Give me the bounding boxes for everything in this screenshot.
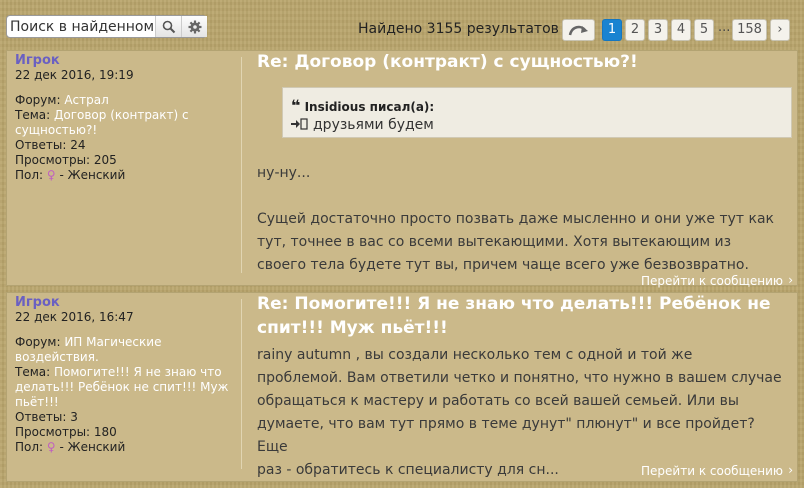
search-icon	[162, 20, 175, 33]
reply-arrow-icon	[291, 118, 308, 130]
post-views: Просмотры: 205	[15, 153, 117, 167]
page-4-button[interactable]: 4	[671, 19, 691, 41]
search-result-post: Игрок 22 дек 2016, 16:47 Форум: ИП Магич…	[6, 292, 798, 482]
post-date: 22 дек 2016, 16:47	[15, 310, 134, 324]
quote-icon: ❝	[291, 96, 301, 115]
forum-link[interactable]: ИП Магические	[64, 335, 161, 349]
page-5-button[interactable]: 5	[694, 19, 714, 41]
page-1-button[interactable]: 1	[602, 19, 622, 41]
topic-link[interactable]: Помогите!!! Я не знаю что	[54, 365, 222, 379]
post-divider	[241, 299, 242, 469]
search-input[interactable]	[7, 16, 153, 37]
topic-link-cont[interactable]: пьёт!!!	[15, 395, 59, 409]
post-topic: Тема: Договор (контракт) с сущностью?!	[15, 108, 189, 137]
quote-text: друзьями будем	[313, 117, 434, 133]
quote-author: ❝ Insidious писал(а):	[291, 96, 435, 115]
post-title-link[interactable]: Re: Договор (контракт) с сущностью?!	[257, 50, 638, 74]
next-page-button[interactable]: ›	[770, 19, 790, 41]
search-button[interactable]	[155, 16, 181, 37]
page-2-button[interactable]: 2	[625, 19, 645, 41]
post-author-link[interactable]: Игрок	[15, 295, 60, 310]
post-author-link[interactable]: Игрок	[15, 53, 60, 68]
post-body: ну-ну... Сущей достаточно просто позвать…	[257, 165, 775, 273]
search-result-post: Игрок 22 дек 2016, 19:19 Форум: Астрал Т…	[6, 50, 798, 288]
goto-post-link[interactable]: Перейти к сообщению	[641, 274, 783, 288]
search-box	[6, 15, 207, 38]
topic-link[interactable]: Договор (контракт) с	[54, 108, 189, 122]
post-gender: Пол: ♀ - Женский	[15, 440, 126, 454]
goto-arrow-icon: ›	[788, 273, 793, 287]
post-replies: Ответы: 3	[15, 410, 78, 424]
pagination-ellipsis: ...	[718, 20, 731, 35]
advanced-search-button[interactable]	[181, 16, 207, 37]
female-icon: ♀	[46, 168, 56, 182]
quote-block: ❝ Insidious писал(а): друзьями будем	[282, 87, 792, 138]
gear-icon	[188, 20, 201, 33]
post-views: Просмотры: 180	[15, 425, 117, 439]
results-toolbar: Найдено 3155 результатов 1 2 3 4 5 ... 1…	[0, 0, 804, 48]
topic-link-cont[interactable]: делать!!! Ребёнок не спит!!! Муж	[15, 380, 228, 394]
post-replies: Ответы: 24	[15, 138, 86, 152]
jump-to-page-button[interactable]	[562, 19, 595, 41]
post-title-link[interactable]: Re: Помогите!!! Я не знаю что делать!!! …	[257, 292, 771, 340]
forum-link-cont[interactable]: воздействия.	[15, 350, 99, 364]
goto-post-link[interactable]: Перейти к сообщению	[641, 464, 783, 478]
forum-link[interactable]: Астрал	[64, 93, 108, 107]
results-count: Найдено 3155 результатов	[358, 21, 559, 37]
post-gender: Пол: ♀ - Женский	[15, 168, 126, 182]
page-last-button[interactable]: 158	[732, 19, 767, 41]
post-forum: Форум: ИП Магические воздействия.	[15, 335, 162, 364]
post-divider	[241, 57, 242, 273]
topic-link-cont[interactable]: сущностью?!	[15, 123, 97, 137]
female-icon: ♀	[46, 440, 56, 454]
post-date: 22 дек 2016, 19:19	[15, 68, 134, 82]
post-forum: Форум: Астрал	[15, 93, 109, 107]
post-topic: Тема: Помогите!!! Я не знаю что делать!!…	[15, 365, 229, 409]
goto-arrow-icon: ›	[788, 463, 793, 477]
post-body: rainy autumn , вы создали несколько тем …	[257, 347, 782, 478]
page-3-button[interactable]: 3	[648, 19, 668, 41]
jump-arrow-icon	[568, 25, 588, 36]
